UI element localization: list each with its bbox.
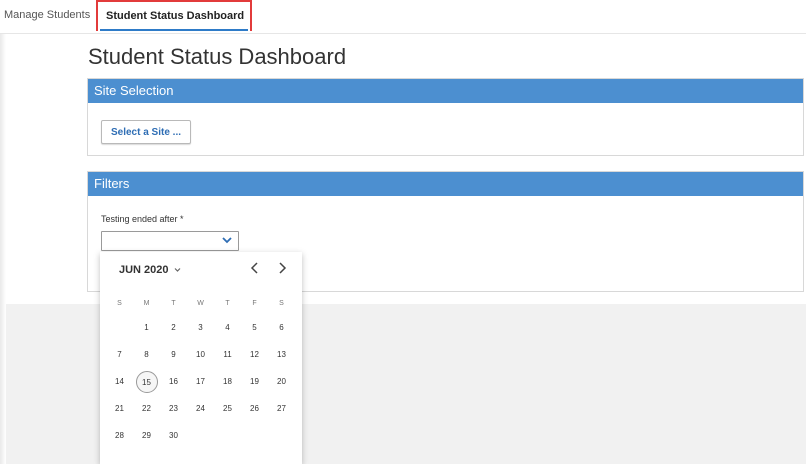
calendar-day[interactable]: 29 [133,426,160,446]
calendar-day[interactable]: 16 [160,372,187,392]
calendar-day[interactable]: 27 [268,399,295,419]
tab-bar: Manage Students Student Status Dashboard [0,0,806,34]
weekday-header: T [171,300,176,307]
calendar-day[interactable]: 19 [241,372,268,392]
calendar-day[interactable]: 12 [241,345,268,365]
calendar-day[interactable]: 13 [268,345,295,365]
calendar-day[interactable]: 3 [187,318,214,338]
testing-ended-after-label: Testing ended after * [101,214,184,224]
tab-manage-students[interactable]: Manage Students [4,0,90,33]
calendar-day[interactable]: 6 [268,318,295,338]
testing-ended-after-select[interactable] [101,231,239,251]
calendar-day[interactable]: 20 [268,372,295,392]
site-selection-header: Site Selection [88,79,803,103]
calendar-day[interactable]: 28 [106,426,133,446]
date-picker-calendar: JUN 2020 S M T W T F S 1 2 3 4 5 6 7 8 9 10 11 12 13 14 15 16 1… [100,252,302,464]
chevron-right-icon[interactable] [277,261,287,278]
filters-header: Filters [88,172,803,196]
chevron-down-icon [222,235,232,248]
tab-student-status-dashboard[interactable]: Student Status Dashboard [96,0,252,31]
weekday-header: F [252,300,257,307]
calendar-day[interactable]: 23 [160,399,187,419]
caret-down-icon [172,266,181,275]
weekday-header: S [117,300,122,307]
calendar-day[interactable]: 25 [214,399,241,419]
calendar-day[interactable]: 11 [214,345,241,365]
calendar-day-selected[interactable]: 15 [135,371,158,393]
calendar-day[interactable]: 8 [133,345,160,365]
weekday-header: S [279,300,284,307]
active-tab-underline [100,29,248,31]
weekday-header: T [225,300,230,307]
calendar-day[interactable]: 2 [160,318,187,338]
calendar-day[interactable]: 4 [214,318,241,338]
calendar-day[interactable]: 14 [106,372,133,392]
calendar-day[interactable]: 22 [133,399,160,419]
page-title: Student Status Dashboard [88,44,347,69]
calendar-day[interactable]: 9 [160,345,187,365]
tab-label: Student Status Dashboard [106,10,245,22]
calendar-day[interactable]: 5 [241,318,268,338]
calendar-day[interactable]: 7 [106,345,133,365]
calendar-day[interactable]: 21 [106,399,133,419]
site-selection-panel: Site Selection Select a Site ... [87,78,804,156]
calendar-day[interactable]: 18 [214,372,241,392]
calendar-day[interactable]: 30 [160,426,187,446]
weekday-header: W [197,300,204,307]
weekday-header: M [143,300,150,307]
chevron-left-icon[interactable] [250,261,260,278]
calendar-day[interactable]: 24 [187,399,214,419]
calendar-month-selector[interactable]: JUN 2020 [119,264,181,276]
calendar-day[interactable]: 17 [187,372,214,392]
calendar-day[interactable]: 10 [187,345,214,365]
calendar-day[interactable]: 1 [133,318,160,338]
select-site-button[interactable]: Select a Site ... [101,120,191,144]
calendar-day[interactable]: 26 [241,399,268,419]
calendar-month-label: JUN 2020 [119,264,169,276]
